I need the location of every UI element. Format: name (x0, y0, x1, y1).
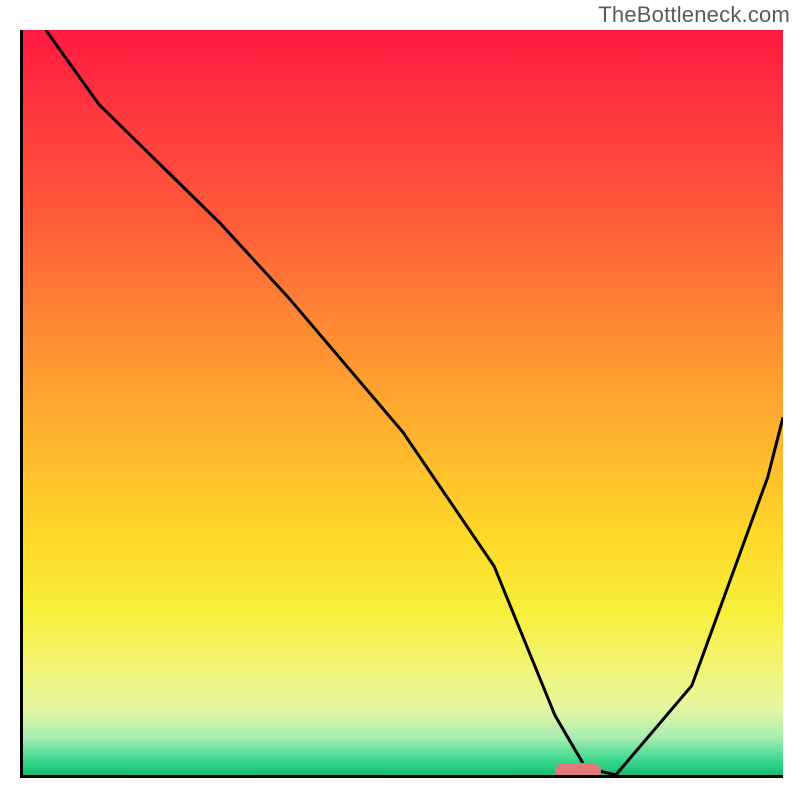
bottleneck-curve (46, 30, 783, 775)
curve-svg (23, 30, 783, 775)
plot-area (20, 30, 783, 778)
watermark-text: TheBottleneck.com (598, 2, 790, 28)
chart-frame: TheBottleneck.com (0, 0, 800, 800)
optimal-range-marker (555, 763, 601, 778)
